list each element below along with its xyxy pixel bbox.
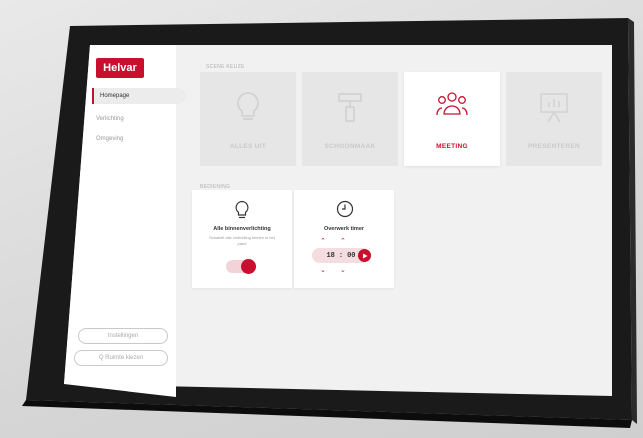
minutes-up-chevron-icon[interactable]: ⌃ [340, 238, 346, 245]
lightbulb-icon [237, 92, 259, 120]
play-icon [362, 253, 367, 258]
scene-section-label: SCENE KEUZE [206, 64, 245, 70]
timer-hours[interactable]: 18 [326, 252, 334, 260]
scene-card-presenteren[interactable]: PRESENTEREN [506, 72, 602, 166]
helvar-logo: Helvar [96, 58, 144, 78]
hours-up-chevron-icon[interactable]: ⌃ [320, 238, 326, 245]
scene-card-alles-uit[interactable]: ALLES UIT [200, 72, 296, 166]
settings-button[interactable]: Instellingen [78, 328, 168, 344]
scene-card-label: MEETING [436, 143, 468, 150]
lighting-widget: Alle binnenverlichting Schakelt alle ver… [192, 190, 292, 288]
lightbulb-icon [235, 200, 249, 219]
lighting-toggle[interactable] [226, 259, 256, 274]
lighting-subtitle: Schakelt alle verlichting binnen in het … [209, 235, 275, 246]
toggle-knob [241, 259, 256, 274]
scene-card-label: SCHOONMAAK [324, 143, 376, 150]
timer-title: Overwerk timer [323, 226, 365, 232]
sidebar-item-omgeving[interactable]: Omgeving [96, 136, 123, 142]
scene-card-schoonmaak[interactable]: SCHOONMAAK [302, 72, 398, 166]
hours-down-chevron-icon[interactable]: ⌄ [320, 267, 326, 274]
people-icon [436, 92, 468, 116]
presentation-board-icon [540, 93, 568, 123]
scene-card-meeting[interactable]: MEETING [404, 72, 500, 166]
sidebar-item-verlichting[interactable]: Verlichting [96, 116, 124, 122]
choose-room-button[interactable]: Q Ruimte kiezen [74, 350, 168, 366]
timer-play-button[interactable] [358, 249, 371, 262]
choose-room-button-label: Q Ruimte kiezen [98, 355, 144, 361]
timer-separator: : [338, 251, 344, 260]
minutes-down-chevron-icon[interactable]: ⌄ [340, 267, 346, 274]
paint-roller-icon [338, 93, 362, 122]
scene-card-label: ALLES UIT [229, 143, 267, 150]
clock-icon [336, 200, 354, 218]
scene-card-label: PRESENTEREN [527, 143, 581, 150]
sidebar-item-label: Homepage [100, 93, 130, 99]
overwork-timer-widget: Overwerk timer ⌃ ⌃ 18 : 00 ⌄ ⌄ [294, 190, 394, 288]
settings-button-label: Instellingen [107, 333, 139, 339]
timer-minutes[interactable]: 00 [347, 252, 355, 260]
lighting-title: Alle binnenverlichting [213, 226, 271, 232]
sidebar-item-homepage[interactable]: Homepage [92, 88, 186, 104]
